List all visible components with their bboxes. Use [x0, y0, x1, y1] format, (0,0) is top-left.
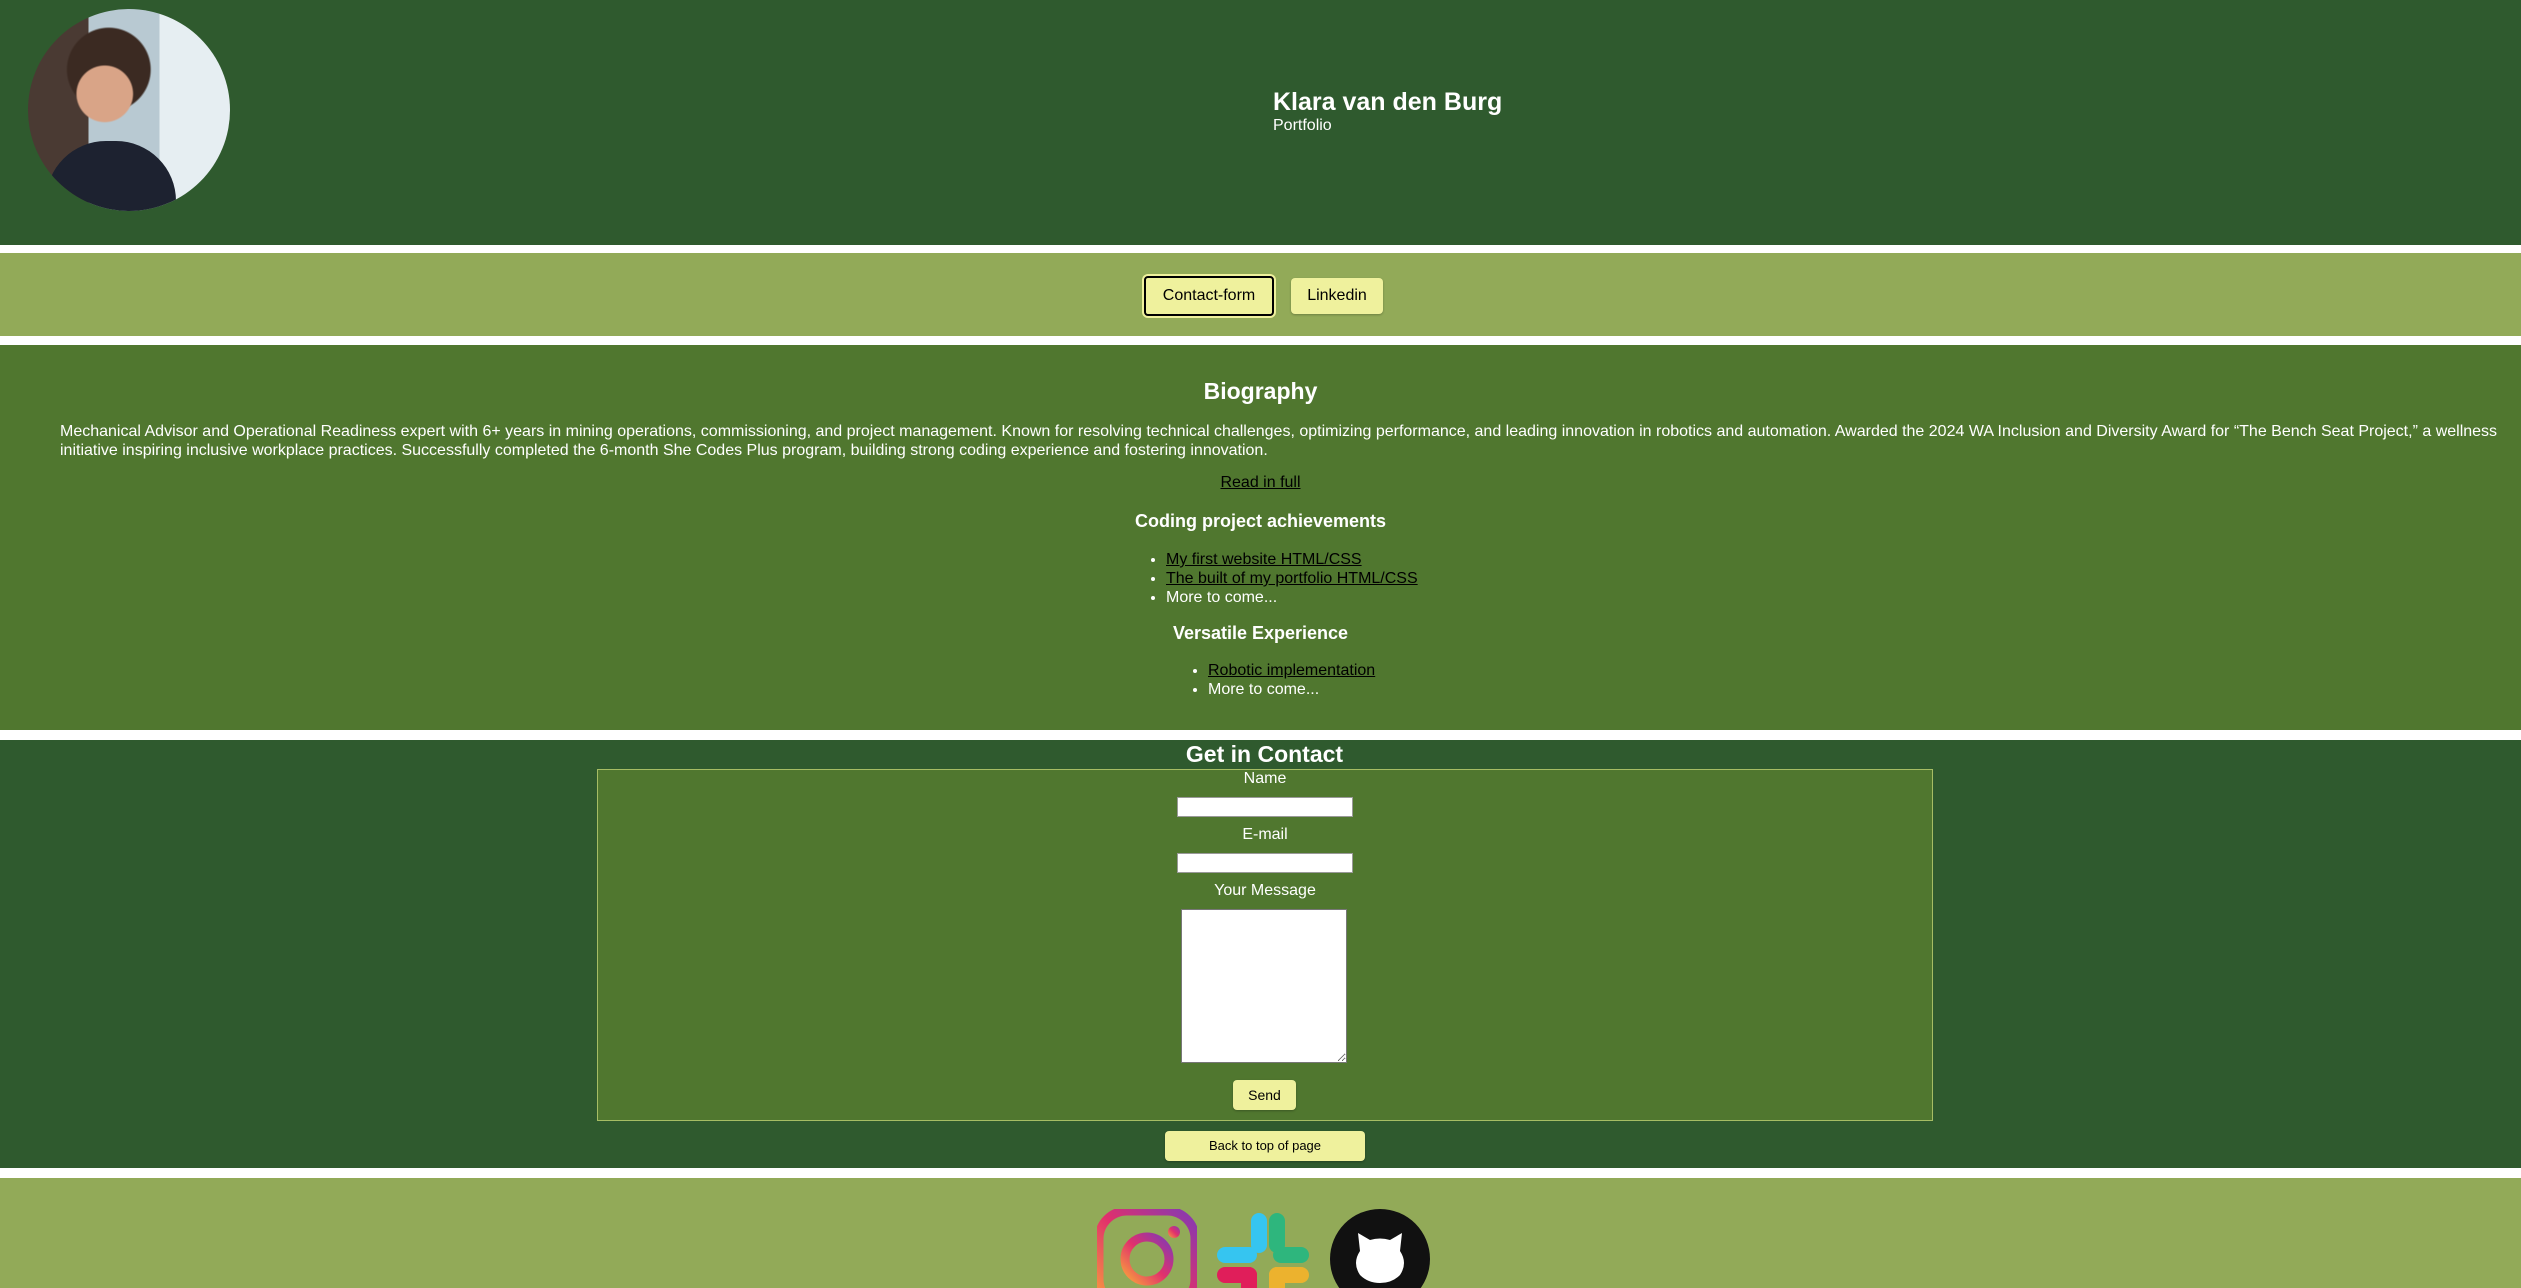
message-label: Your Message: [1214, 882, 1316, 899]
coding-project-link[interactable]: My first website HTML/CSS: [1166, 551, 1362, 568]
profile-photo: [28, 9, 230, 211]
biography-heading: Biography: [1203, 378, 1318, 404]
email-label: E-mail: [1242, 826, 1288, 843]
list-item[interactable]: Robotic implementation: [1208, 661, 1375, 680]
title-block: Klara van den Burg Portfolio: [1273, 88, 1502, 136]
slack-icon[interactable]: [1213, 1209, 1313, 1288]
contact-section: Get in Contact Name E-mail Your Message …: [0, 740, 2521, 1168]
contact-form: Name E-mail Your Message Send: [597, 769, 1933, 1121]
contact-heading: Get in Contact: [1185, 741, 1344, 767]
linkedin-button[interactable]: Linkedin: [1291, 278, 1383, 314]
coding-heading: Coding project achievements: [1134, 511, 1387, 531]
back-to-top-button[interactable]: Back to top of page: [1165, 1131, 1365, 1161]
biography-section: Biography Mechanical Advisor and Operati…: [0, 345, 2521, 730]
read-in-full-link[interactable]: Read in full: [1220, 474, 1300, 491]
experience-heading: Versatile Experience: [1172, 623, 1349, 643]
nav-bar: Contact-form Linkedin: [0, 253, 2521, 336]
coding-list: My first website HTML/CSS The built of m…: [1140, 550, 1418, 607]
experience-link[interactable]: Robotic implementation: [1208, 662, 1375, 679]
list-item[interactable]: My first website HTML/CSS: [1166, 550, 1418, 569]
github-icon[interactable]: [1330, 1209, 1430, 1288]
coding-project-link[interactable]: The built of my portfolio HTML/CSS: [1166, 570, 1418, 587]
email-input[interactable]: [1177, 853, 1353, 873]
message-textarea[interactable]: [1181, 909, 1347, 1063]
site-header: Klara van den Burg Portfolio: [0, 0, 2521, 245]
site-title: Klara van den Burg: [1273, 88, 1503, 116]
biography-text: Mechanical Advisor and Operational Readi…: [60, 423, 2498, 459]
experience-list: Robotic implementation More to come...: [1182, 661, 1375, 699]
list-item: More to come...: [1166, 588, 1418, 607]
contact-form-button[interactable]: Contact-form: [1144, 276, 1274, 316]
name-input[interactable]: [1177, 797, 1353, 817]
list-item[interactable]: The built of my portfolio HTML/CSS: [1166, 569, 1418, 588]
instagram-icon[interactable]: [1094, 1206, 1200, 1288]
list-item: More to come...: [1208, 680, 1375, 699]
site-footer: [0, 1178, 2521, 1288]
name-label: Name: [1243, 770, 1287, 787]
site-subtitle: Portfolio: [1273, 117, 1332, 134]
send-button[interactable]: Send: [1233, 1080, 1296, 1110]
